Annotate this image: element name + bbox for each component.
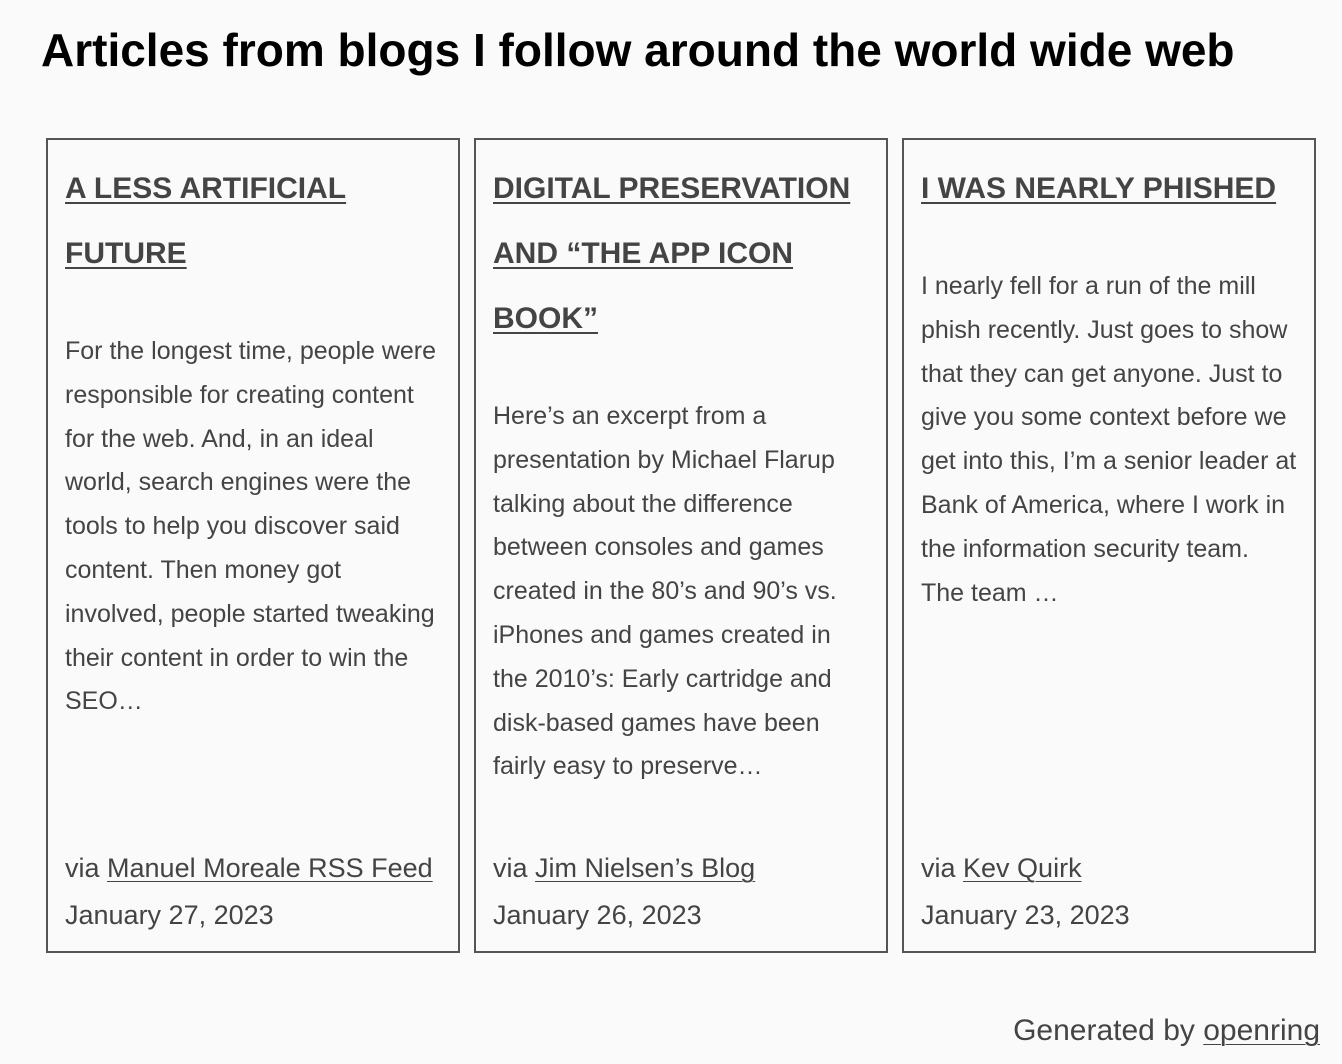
page-title: Articles from blogs I follow around the … <box>41 24 1235 76</box>
via-label: via <box>921 853 956 883</box>
article-title-link[interactable]: A LESS ARTIFICIAL FUTURE <box>65 156 442 286</box>
article-card: A LESS ARTIFICIAL FUTURE For the longest… <box>46 138 460 953</box>
footer-credit: Generated by openring <box>1013 1011 1320 1051</box>
article-summary: Here’s an excerpt from a presentation by… <box>493 402 837 781</box>
via-label: via <box>493 853 528 883</box>
source-link[interactable]: Kev Quirk <box>963 853 1082 883</box>
article-title-link[interactable]: DIGITAL PRESERVATION AND “THE APP ICON B… <box>493 156 870 351</box>
via-label: via <box>65 853 100 883</box>
article-card: DIGITAL PRESERVATION AND “THE APP ICON B… <box>474 138 888 953</box>
article-cards: A LESS ARTIFICIAL FUTURE For the longest… <box>46 138 1316 953</box>
article-card: I WAS NEARLY PHISHED I nearly fell for a… <box>902 138 1316 953</box>
source-link[interactable]: Jim Nielsen’s Blog <box>535 853 755 883</box>
article-source: via Manuel Moreale RSS Feed <box>65 852 442 884</box>
article-source: via Kev Quirk <box>921 852 1298 884</box>
footer-prefix: Generated by <box>1013 1014 1195 1047</box>
article-title-link[interactable]: I WAS NEARLY PHISHED <box>921 156 1298 221</box>
article-date: January 26, 2023 <box>493 900 702 930</box>
source-link[interactable]: Manuel Moreale RSS Feed <box>107 853 433 883</box>
article-date: January 27, 2023 <box>65 900 274 930</box>
openring-link[interactable]: openring <box>1203 1014 1320 1047</box>
article-date: January 23, 2023 <box>921 900 1130 930</box>
article-summary: I nearly fell for a run of the mill phis… <box>921 272 1297 607</box>
article-summary: For the longest time, people were respon… <box>65 337 437 716</box>
article-source: via Jim Nielsen’s Blog <box>493 852 870 884</box>
